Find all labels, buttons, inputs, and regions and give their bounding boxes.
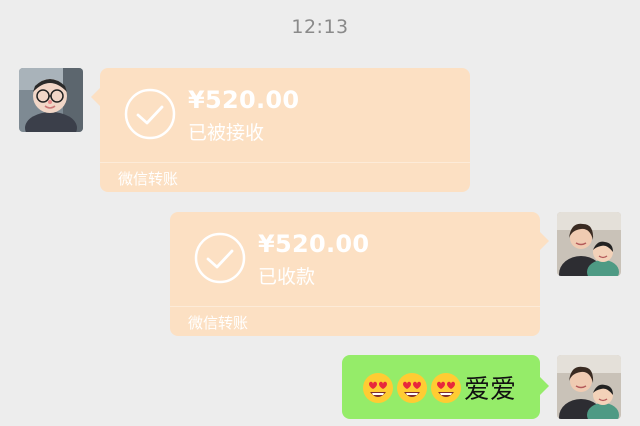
my-avatar[interactable] (557, 212, 621, 276)
child-photo-icon (19, 68, 83, 132)
card-divider (100, 162, 470, 163)
transfer-footer-label: 微信转账 (118, 170, 179, 188)
message-text: 爱爱 (464, 375, 517, 405)
message-timestamp: 12:13 (291, 16, 349, 38)
heart-eyes-emoji-icon (397, 372, 427, 403)
heart-eyes-emoji-icon (431, 372, 461, 403)
transfer-amount: ¥520.00 (258, 230, 370, 258)
heart-eyes-emoji-icon (363, 372, 393, 403)
card-divider (170, 306, 540, 307)
contact-avatar[interactable] (19, 68, 83, 132)
my-avatar[interactable] (557, 355, 621, 419)
check-circle-icon (124, 88, 176, 140)
transfer-status: 已被接收 (188, 122, 265, 144)
transfer-status: 已收款 (258, 266, 316, 288)
transfer-card-received[interactable]: ¥520.00 已被接收 微信转账 (91, 68, 470, 192)
woman-child-photo-icon (557, 212, 621, 276)
woman-child-photo-icon (557, 355, 621, 419)
text-message-bubble[interactable]: 爱爱 (342, 355, 549, 419)
transfer-card-collected[interactable]: ¥520.00 已收款 微信转账 (170, 212, 549, 336)
transfer-footer-label: 微信转账 (188, 314, 249, 332)
transfer-amount: ¥520.00 (188, 86, 300, 114)
check-circle-icon (194, 232, 246, 284)
